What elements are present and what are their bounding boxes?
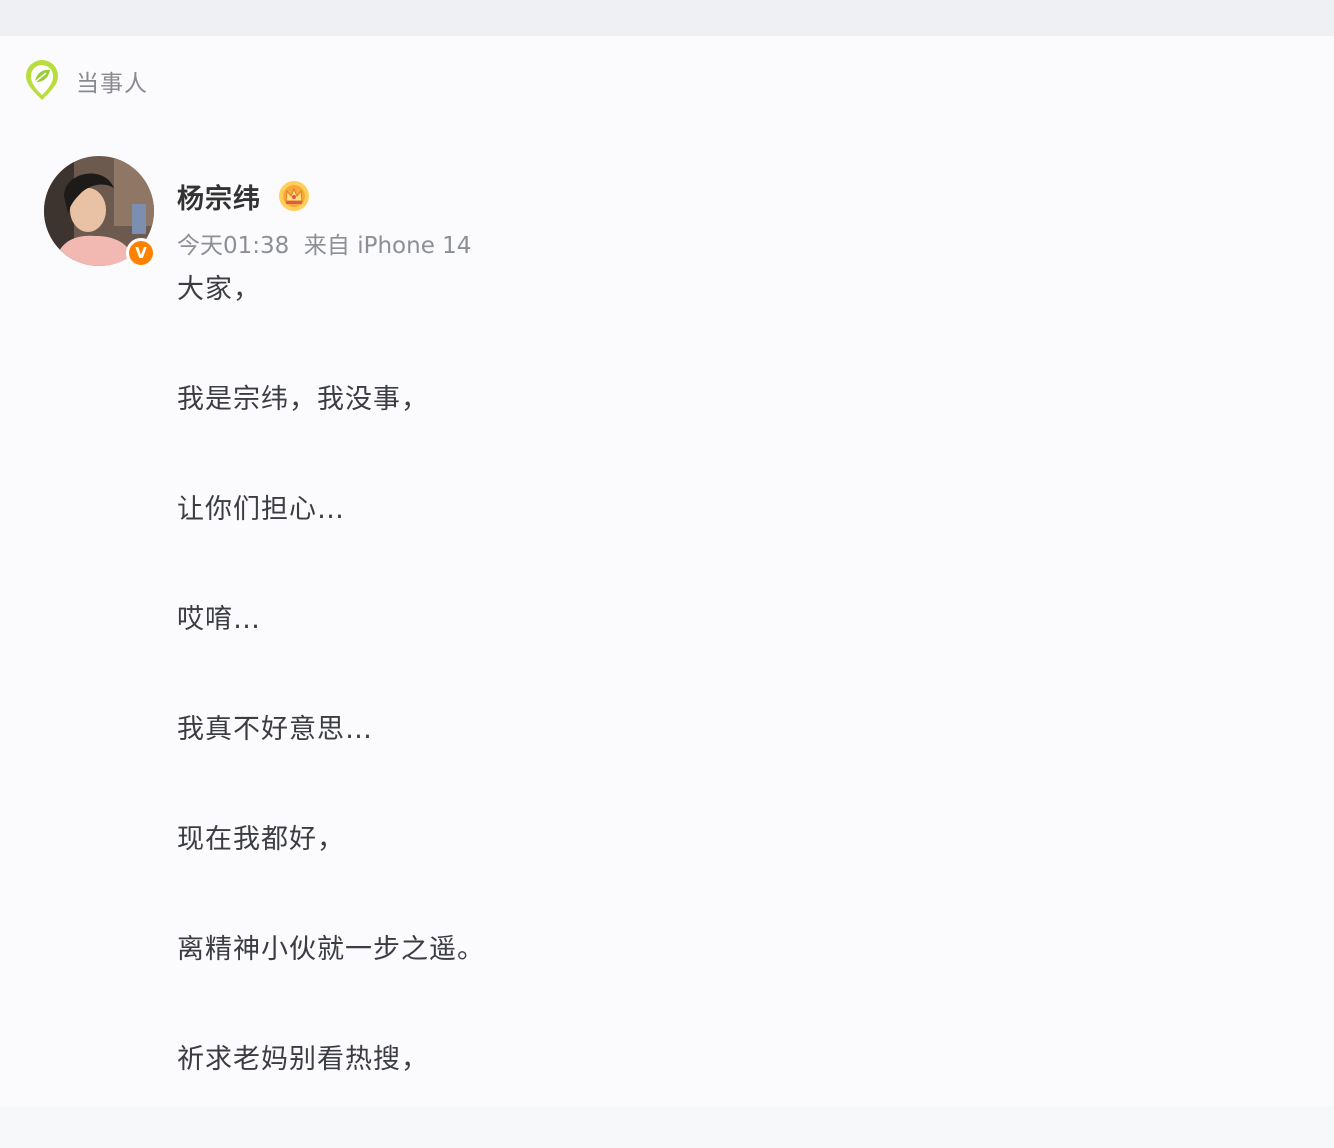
author-avatar[interactable]: V [44,156,156,268]
post-line: 让你们担心… [177,494,345,525]
post-line: 我真不好意思… [177,714,373,745]
crown-icon[interactable] [277,179,311,213]
verified-badge-icon: V [126,238,156,268]
post-line: 现在我都好， [177,824,345,855]
author-name[interactable]: 杨宗纬 [177,177,261,216]
post-line: 我是宗纬，我没事， [177,384,429,415]
top-strip [0,0,1334,36]
post-line: 哎唷… [177,604,261,635]
leaf-pin-icon [26,60,58,100]
author-row: 杨宗纬 [177,174,311,218]
section-header: 当事人 [24,60,148,102]
post-line: 祈求老妈别看热搜， [177,1044,429,1075]
post-line: 离精神小伙就一步之遥。 [177,934,485,965]
post-line: 大家， [177,274,261,305]
section-title: 当事人 [76,71,148,97]
post-body: 大家， 我是宗纬，我没事， 让你们担心… 哎唷… 我真不好意思… 现在我都好， … [177,268,485,1148]
post-meta: 今天01:38 来自 iPhone 14 [177,233,472,259]
post-card: 当事人 V 杨宗纬 今天01:38 来自 iPhone 14 大家， 我是宗纬，… [0,36,1334,1106]
